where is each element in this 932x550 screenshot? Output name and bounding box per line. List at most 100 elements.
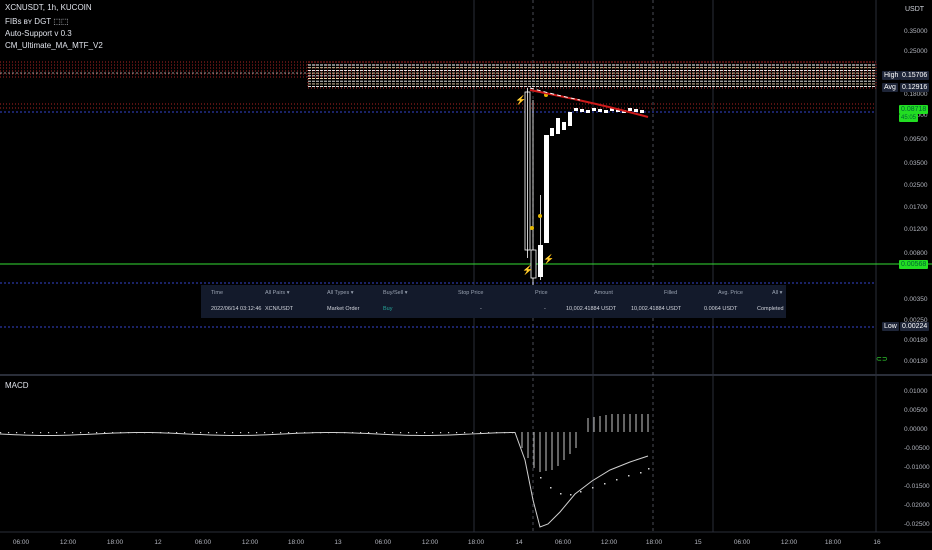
signal-dot bbox=[144, 432, 146, 434]
signal-dot bbox=[168, 432, 170, 434]
row-amount: 10,002.41884 USDT bbox=[566, 306, 617, 312]
time-tick-label: 06:00 bbox=[375, 539, 392, 546]
time-tick-label: 06:00 bbox=[13, 539, 30, 546]
signal-dot bbox=[240, 432, 242, 434]
filter-side[interactable]: Buy/Sell ▾ bbox=[383, 290, 407, 296]
signal-dot bbox=[560, 493, 562, 495]
signal-dot bbox=[16, 432, 18, 434]
col-amount: Amount bbox=[594, 290, 613, 296]
compare-icon: ⊂⊃ bbox=[876, 356, 888, 363]
filter-pairs[interactable]: All Pairs ▾ bbox=[265, 290, 289, 296]
row-side: Buy bbox=[383, 306, 393, 312]
filter-types[interactable]: All Types ▾ bbox=[327, 290, 354, 296]
col-price: Price bbox=[535, 290, 548, 296]
signal-dot bbox=[628, 475, 630, 477]
time-tick-label: 18:00 bbox=[468, 539, 485, 546]
macd-tick-label: -0.02500 bbox=[904, 521, 930, 528]
price-tick-label: 0.00180 bbox=[904, 337, 928, 344]
signal-dot bbox=[64, 432, 66, 434]
macd-tick-label: -0.00500 bbox=[904, 445, 930, 452]
bolt-icon: ⚡ bbox=[543, 253, 554, 265]
macd-tick-label: 0.00000 bbox=[904, 426, 928, 433]
signal-dot bbox=[480, 432, 482, 434]
signal-dot bbox=[48, 432, 50, 434]
candle bbox=[580, 109, 584, 112]
candle bbox=[544, 135, 549, 243]
row-pair: XCN/USDT bbox=[265, 306, 294, 312]
signal-dot bbox=[8, 432, 10, 434]
signal-dot bbox=[416, 432, 418, 434]
green-price-countdown: 45:05 bbox=[899, 114, 919, 122]
signal-dot bbox=[336, 432, 338, 434]
signal-dot bbox=[592, 487, 594, 489]
signal-dot bbox=[352, 432, 354, 434]
signal-dot bbox=[56, 432, 58, 434]
time-tick-label: 12:00 bbox=[601, 539, 618, 546]
signal-dot bbox=[176, 432, 178, 434]
price-tick-label: 0.25000 bbox=[904, 48, 928, 55]
chart-canvas[interactable]: 0.350000.250000.180000.130000.095000.035… bbox=[0, 0, 932, 550]
signal-dot bbox=[424, 432, 426, 434]
time-tick-label: 18:00 bbox=[107, 539, 124, 546]
macd-tick-label: 0.00500 bbox=[904, 407, 928, 414]
time-tick-label: 12:00 bbox=[60, 539, 77, 546]
signal-dot bbox=[152, 432, 154, 434]
signal-dot bbox=[296, 432, 298, 434]
time-tick-label: 06:00 bbox=[195, 539, 212, 546]
signal-dot bbox=[472, 432, 474, 434]
bolt-icon: ⚡ bbox=[515, 94, 526, 106]
signal-dot bbox=[616, 479, 618, 481]
signal-dot bbox=[112, 432, 114, 434]
macd-tick-label: -0.01000 bbox=[904, 464, 930, 471]
signal-dot bbox=[540, 477, 542, 479]
signal-dot bbox=[120, 432, 122, 434]
signal-dot bbox=[224, 432, 226, 434]
signal-dot bbox=[456, 432, 458, 434]
axis-currency: USDT bbox=[905, 6, 925, 13]
indicator-cm-ma[interactable]: CM_Ultimate_MA_MTF_V2 bbox=[5, 41, 103, 51]
row-price: - bbox=[544, 306, 546, 312]
signal-dot bbox=[304, 432, 306, 434]
signal-dot bbox=[512, 432, 514, 434]
signal-dot bbox=[392, 432, 394, 434]
row-time: 2022/06/14 03:12:46 bbox=[211, 306, 262, 312]
signal-dot bbox=[88, 432, 90, 434]
signal-dot bbox=[288, 432, 290, 434]
time-tick-label: 18:00 bbox=[825, 539, 842, 546]
macd-tick-label: -0.01500 bbox=[904, 483, 930, 490]
price-tick-label: 0.03500 bbox=[904, 160, 928, 167]
signal-dot bbox=[80, 432, 82, 434]
signal-dot bbox=[448, 432, 450, 434]
col-filled: Filled bbox=[664, 290, 678, 296]
signal-dot bbox=[408, 432, 410, 434]
signal-dot bbox=[264, 432, 266, 434]
row-status: Completed bbox=[757, 306, 784, 312]
indicator-auto-support[interactable]: Auto-Support v 0.3 bbox=[5, 29, 72, 39]
time-tick-label: 14 bbox=[515, 539, 523, 546]
signal-dot bbox=[248, 432, 250, 434]
signal-dot bbox=[550, 487, 552, 489]
time-tick-label: 15 bbox=[694, 539, 702, 546]
signal-dot bbox=[384, 432, 386, 434]
price-tick-label: 0.00350 bbox=[904, 296, 928, 303]
price-tick-label: 0.09500 bbox=[904, 136, 928, 143]
col-avg-price: Avg. Price bbox=[718, 290, 743, 296]
candle bbox=[598, 109, 602, 112]
signal-dot bbox=[400, 432, 402, 434]
signal-marker bbox=[538, 214, 542, 218]
signal-dot bbox=[40, 432, 42, 434]
signal-dot bbox=[604, 483, 606, 485]
signal-dot bbox=[216, 432, 218, 434]
time-tick-label: 12:00 bbox=[422, 539, 439, 546]
signal-dot bbox=[640, 472, 642, 474]
time-tick-label: 18:00 bbox=[288, 539, 305, 546]
signal-dot bbox=[648, 468, 650, 470]
time-tick-label: 12:00 bbox=[242, 539, 259, 546]
signal-dot bbox=[232, 432, 234, 434]
symbol-title: XCNUSDT, 1h, KUCOIN bbox=[5, 3, 92, 12]
avg-label: Avg bbox=[882, 83, 898, 92]
signal-dot bbox=[272, 432, 274, 434]
macd-title[interactable]: MACD bbox=[5, 381, 29, 391]
indicator-fibs[interactable]: FIBs ʙʏ DGT ⬚⬚ bbox=[5, 17, 68, 27]
filter-status[interactable]: All ▾ bbox=[772, 290, 782, 296]
